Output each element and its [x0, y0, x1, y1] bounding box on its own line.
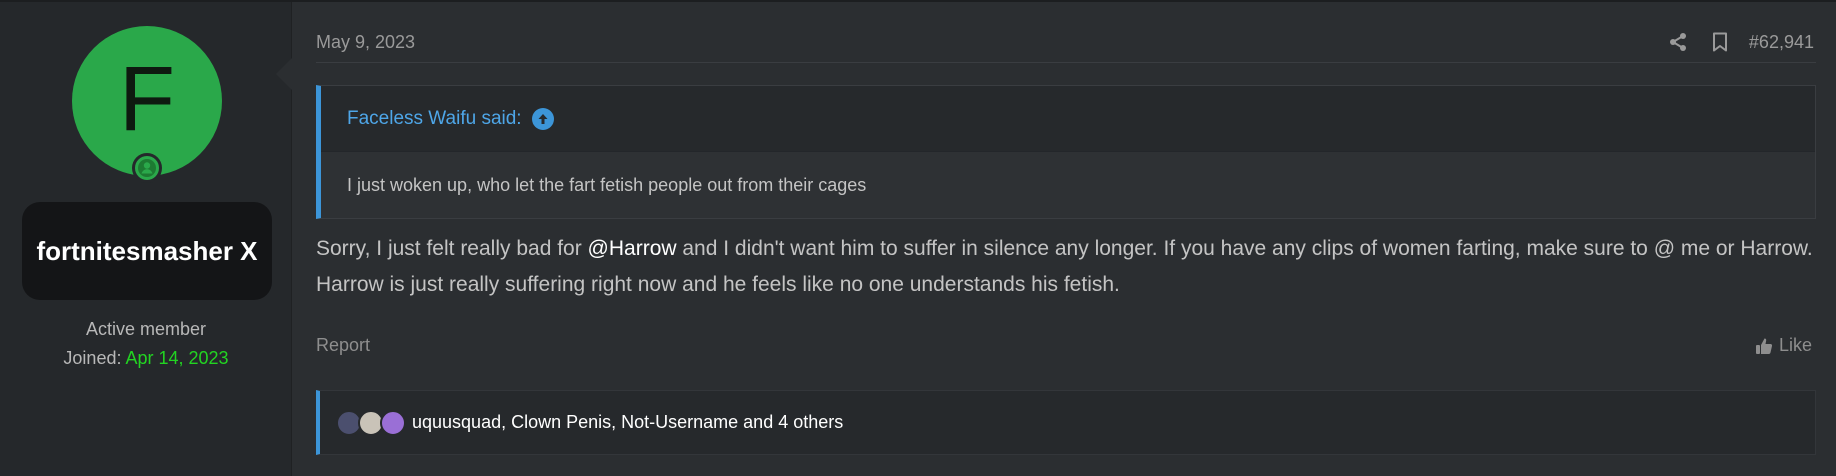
- quote-text: I just woken up, who let the fart fetish…: [321, 152, 1815, 218]
- header-divider: [316, 62, 1816, 63]
- user-icon: [138, 159, 156, 177]
- bookmark-icon[interactable]: [1709, 31, 1731, 53]
- user-title: Active member: [85, 319, 207, 339]
- thumbs-up-icon: [1755, 338, 1773, 354]
- reactions-bar[interactable]: uquusquad, Clown Penis, Not-Username and…: [316, 390, 1816, 455]
- post-date[interactable]: May 9, 2023: [316, 32, 415, 53]
- user-mention-link[interactable]: @Harrow: [588, 237, 677, 260]
- quote-header: Faceless Waifu said:: [321, 86, 1815, 152]
- avatar: [380, 409, 406, 436]
- quote-block: Faceless Waifu said: I just woken up, wh…: [316, 85, 1816, 219]
- like-button[interactable]: Like: [1755, 335, 1812, 356]
- username[interactable]: fortnitesmasher X: [36, 233, 257, 269]
- post-message: Sorry, I just felt really bad for @Harro…: [316, 231, 1816, 303]
- share-icon[interactable]: [1667, 31, 1689, 53]
- joined-info: Joined: Apr 14, 2023: [0, 348, 292, 369]
- post-arrow: [276, 58, 292, 90]
- reactions-list[interactable]: uquusquad, Clown Penis, Not-Username and…: [412, 412, 843, 433]
- arrow-up-icon[interactable]: [531, 107, 554, 130]
- joined-date: Apr 14, 2023: [125, 348, 229, 368]
- post-header-actions: #62,941: [1667, 30, 1814, 54]
- post-number-link[interactable]: #62,941: [1749, 32, 1814, 53]
- quote-author[interactable]: Faceless Waifu said:: [347, 108, 522, 130]
- forum-post: F fortnitesmasher X Active member Joined…: [0, 0, 1836, 476]
- message-text-before: Sorry, I just felt really bad for: [316, 237, 588, 260]
- joined-label: Joined:: [63, 348, 122, 368]
- reaction-avatars: [336, 409, 406, 436]
- online-status-icon: [132, 153, 162, 183]
- user-info-panel: F fortnitesmasher X Active member Joined…: [0, 2, 292, 476]
- avatar-letter: F: [118, 48, 176, 150]
- like-label: Like: [1778, 335, 1812, 355]
- username-box[interactable]: fortnitesmasher X: [22, 202, 272, 300]
- report-link[interactable]: Report: [316, 335, 370, 356]
